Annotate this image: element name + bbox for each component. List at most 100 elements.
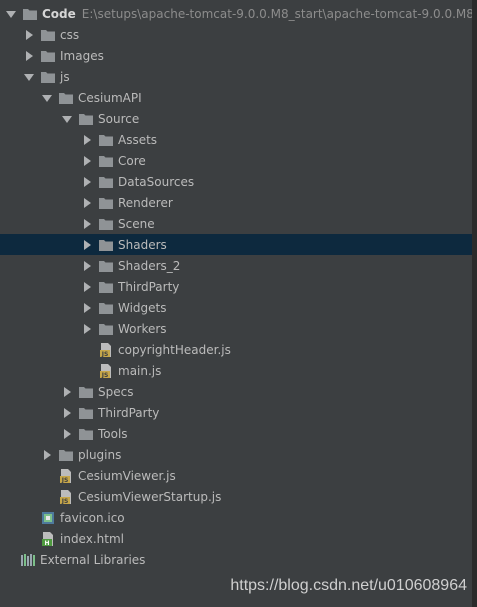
chevron-right-icon[interactable]: [40, 444, 54, 465]
tree-node-label: Widgets: [118, 300, 167, 315]
js-file-icon: [98, 363, 114, 379]
tree-node-favicon[interactable]: favicon.ico: [0, 507, 472, 528]
js-file-icon: [58, 489, 74, 505]
folder-icon: [58, 447, 74, 463]
tree-node-renderer[interactable]: Renderer: [0, 192, 472, 213]
tree-node-label: Shaders_2: [118, 258, 181, 273]
chevron-right-icon[interactable]: [80, 318, 94, 339]
tree-node-core[interactable]: Core: [0, 150, 472, 171]
library-icon: [20, 552, 36, 568]
tree-node-code-root[interactable]: Code E:\setups\apache-tomcat-9.0.0.M8_st…: [0, 3, 472, 24]
folder-icon: [98, 195, 114, 211]
chevron-right-icon[interactable]: [60, 402, 74, 423]
tree-node-tools[interactable]: Tools: [0, 423, 472, 444]
chevron-right-icon[interactable]: [80, 171, 94, 192]
tree-node-label: Tools: [98, 426, 128, 441]
chevron-right-icon[interactable]: [80, 234, 94, 255]
folder-icon: [98, 237, 114, 253]
folder-icon: [98, 153, 114, 169]
folder-icon: [22, 6, 38, 22]
tree-node-thirdparty[interactable]: ThirdParty: [0, 402, 472, 423]
folder-icon: [98, 258, 114, 274]
chevron-right-icon[interactable]: [80, 255, 94, 276]
tree-node-cesiumviewerstartup-js[interactable]: CesiumViewerStartup.js: [0, 486, 472, 507]
tree-node-label: index.html: [60, 531, 124, 546]
tree-node-assets[interactable]: Assets: [0, 129, 472, 150]
chevron-right-icon[interactable]: [80, 213, 94, 234]
tree-node-widgets[interactable]: Widgets: [0, 297, 472, 318]
chevron-right-icon[interactable]: [80, 192, 94, 213]
tree-node-index-html[interactable]: index.html: [0, 528, 472, 549]
tree-node-label: Core: [118, 153, 146, 168]
tree-node-datasources[interactable]: DataSources: [0, 171, 472, 192]
chevron-right-icon[interactable]: [80, 297, 94, 318]
tree-node-css[interactable]: css: [0, 24, 472, 45]
tree-node-label: Images: [60, 48, 104, 63]
tree-node-source[interactable]: Source: [0, 108, 472, 129]
html-file-icon: [40, 531, 56, 547]
tree-node-label: Assets: [118, 132, 158, 147]
folder-icon: [58, 90, 74, 106]
folder-icon: [78, 111, 94, 127]
tree-node-cesiumapi[interactable]: CesiumAPI: [0, 87, 472, 108]
tree-node-label: Workers: [118, 321, 167, 336]
chevron-down-icon[interactable]: [22, 66, 36, 87]
chevron-right-icon[interactable]: [80, 150, 94, 171]
chevron-right-icon[interactable]: [60, 423, 74, 444]
tree-node-label: copyrightHeader.js: [118, 342, 231, 357]
js-file-icon: [58, 468, 74, 484]
tree-node-thirdparty-source[interactable]: ThirdParty: [0, 276, 472, 297]
chevron-right-icon[interactable]: [80, 276, 94, 297]
tree-node-label: Shaders: [118, 237, 167, 252]
image-file-icon: [40, 510, 56, 526]
panel-border: [472, 0, 477, 607]
tree-node-label: CesiumAPI: [78, 90, 142, 105]
tree-node-label: External Libraries: [40, 552, 146, 567]
chevron-right-icon[interactable]: [22, 45, 36, 66]
project-tool-window: Code E:\setups\apache-tomcat-9.0.0.M8_st…: [0, 0, 477, 607]
folder-icon: [78, 426, 94, 442]
root-folder-label: Code: [42, 6, 76, 21]
js-file-icon: [98, 342, 114, 358]
tree-node-copyrightheader-js[interactable]: copyrightHeader.js: [0, 339, 472, 360]
chevron-right-icon[interactable]: [22, 24, 36, 45]
folder-icon: [78, 384, 94, 400]
folder-icon: [98, 321, 114, 337]
folder-icon: [98, 216, 114, 232]
chevron-down-icon[interactable]: [4, 3, 18, 24]
tree-node-label: main.js: [118, 363, 162, 378]
folder-icon: [40, 27, 56, 43]
tree-node-label: Specs: [98, 384, 134, 399]
folder-icon: [78, 405, 94, 421]
tree-node-shaders-2[interactable]: Shaders_2: [0, 255, 472, 276]
tree-node-workers[interactable]: Workers: [0, 318, 472, 339]
tree-node-label: ThirdParty: [118, 279, 180, 294]
folder-icon: [98, 174, 114, 190]
tree-node-specs[interactable]: Specs: [0, 381, 472, 402]
folder-icon: [98, 300, 114, 316]
watermark-text: https://blog.csdn.net/u010608964: [230, 577, 467, 594]
tree-node-label: plugins: [78, 447, 122, 462]
tree-node-main-js[interactable]: main.js: [0, 360, 472, 381]
chevron-right-icon[interactable]: [60, 381, 74, 402]
tree-node-label: Scene: [118, 216, 155, 231]
tree-node-label: css: [60, 27, 80, 42]
tree-node-js[interactable]: js: [0, 66, 472, 87]
tree-node-label: js: [60, 69, 70, 84]
folder-icon: [98, 279, 114, 295]
root-folder-path: E:\setups\apache-tomcat-9.0.0.M8_start\a…: [81, 6, 472, 21]
folder-icon: [98, 132, 114, 148]
tree-node-shaders[interactable]: Shaders: [0, 234, 472, 255]
chevron-down-icon[interactable]: [40, 87, 54, 108]
tree-node-scene[interactable]: Scene: [0, 213, 472, 234]
tree-node-cesiumviewer-js[interactable]: CesiumViewer.js: [0, 465, 472, 486]
tree-node-images[interactable]: Images: [0, 45, 472, 66]
tree-node-external-libraries[interactable]: External Libraries: [0, 549, 472, 570]
folder-icon: [40, 69, 56, 85]
tree-node-plugins[interactable]: plugins: [0, 444, 472, 465]
chevron-right-icon[interactable]: [80, 129, 94, 150]
tree-node-label: favicon.ico: [60, 510, 125, 525]
chevron-down-icon[interactable]: [60, 108, 74, 129]
tree-node-label: Renderer: [118, 195, 173, 210]
folder-icon: [40, 48, 56, 64]
